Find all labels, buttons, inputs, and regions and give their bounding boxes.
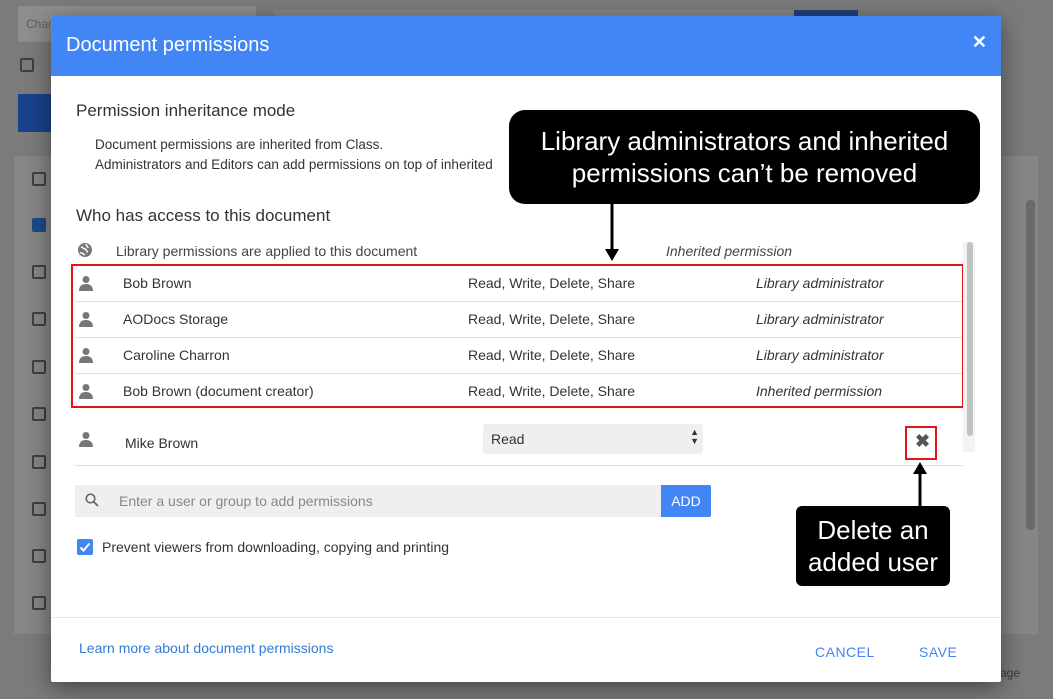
background-checkbox <box>32 549 46 563</box>
library-permissions-row: Library permissions are applied to this … <box>75 242 963 262</box>
dialog-header: Document permissions ✕ <box>51 16 1001 76</box>
delete-user-button[interactable]: ✖ <box>905 426 937 460</box>
globe-icon <box>77 242 93 261</box>
dialog-title: Document permissions <box>66 34 270 56</box>
background-checkbox <box>32 596 46 610</box>
inheritance-line-1: Document permissions are inherited from … <box>95 137 384 152</box>
prevent-viewers-label: Prevent viewers from downloading, copyin… <box>102 539 450 555</box>
permission-select-value: Read <box>491 431 525 447</box>
background-footer-text: age <box>1000 666 1021 680</box>
add-permission-input[interactable] <box>119 485 649 517</box>
add-button[interactable]: ADD <box>661 485 711 517</box>
user-icon <box>79 431 93 450</box>
library-permissions-text: Library permissions are applied to this … <box>116 243 418 259</box>
background-checkbox <box>32 265 46 279</box>
search-icon <box>85 493 99 512</box>
callout-non-removable: Library administrators and inherited per… <box>509 110 980 204</box>
added-user-name: Mike Brown <box>125 435 199 451</box>
access-heading: Who has access to this document <box>76 206 331 225</box>
permission-select[interactable]: Read ▲ ▼ <box>483 424 703 454</box>
prevent-viewers-checkbox[interactable] <box>77 539 93 555</box>
background-checkbox <box>32 455 46 469</box>
background-scrollbar <box>1026 200 1035 530</box>
save-button[interactable]: SAVE <box>919 644 957 660</box>
arrow-up-icon <box>913 462 927 506</box>
background-checkbox <box>32 360 46 374</box>
library-permissions-source: Inherited permission <box>666 243 793 259</box>
list-scrollbar-thumb[interactable] <box>967 242 973 436</box>
added-user-row: Mike Brown Read ▲ ▼ <box>75 419 963 466</box>
inheritance-line-2: Administrators and Editors can add permi… <box>95 157 493 172</box>
callout-line: added user <box>807 547 939 577</box>
background-checkbox <box>32 502 46 516</box>
add-permission-search <box>75 485 661 517</box>
learn-more-link[interactable]: Learn more about document permissions <box>79 640 333 656</box>
callout-line: permissions can’t be removed <box>571 158 918 188</box>
background-checkbox-checked <box>32 218 46 232</box>
callout-line: Library administrators and inherited <box>540 126 949 156</box>
close-icon: ✖ <box>915 431 931 451</box>
select-arrows-icon: ▲ ▼ <box>690 427 699 446</box>
non-removable-highlight <box>71 264 964 408</box>
background-checkbox <box>32 172 46 186</box>
close-icon[interactable]: ✕ <box>972 32 987 53</box>
background-checkbox <box>32 312 46 326</box>
callout-line: Delete an <box>817 515 929 545</box>
arrow-down-icon <box>605 203 619 261</box>
background-blue-button <box>18 94 52 132</box>
callout-delete-user: Delete an added user <box>796 506 950 586</box>
cancel-button[interactable]: CANCEL <box>815 644 875 660</box>
background-checkbox <box>32 407 46 421</box>
dialog-footer: Learn more about document permissions CA… <box>51 617 1001 682</box>
background-checkbox <box>20 58 34 72</box>
inheritance-heading: Permission inheritance mode <box>76 101 296 120</box>
